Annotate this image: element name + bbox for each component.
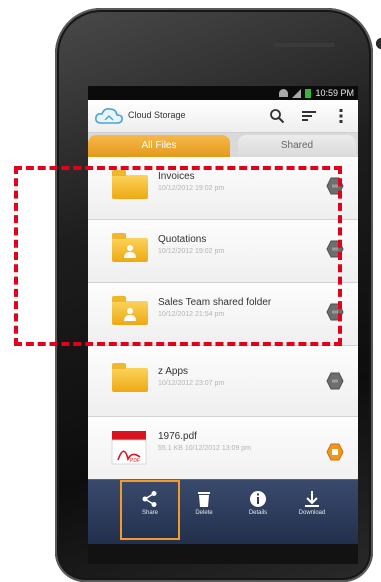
share-icon [142, 491, 157, 507]
share-label: Share [141, 510, 158, 516]
sort-icon [302, 111, 316, 121]
file-meta: 55.1 KB 10/12/2012 13:09 pm [158, 445, 252, 452]
svg-text:PDF: PDF [130, 458, 140, 464]
earpiece-speaker [273, 43, 335, 47]
details-button[interactable]: Details [232, 486, 284, 536]
search-icon [270, 109, 285, 124]
battery-icon [305, 88, 312, 98]
download-icon [305, 491, 319, 507]
file-meta: 10/12/2012 23:07 pm [158, 380, 225, 387]
share-button[interactable]: Share [124, 486, 176, 536]
delete-button[interactable]: Delete [178, 486, 230, 536]
info-icon [250, 491, 266, 507]
highlight-box [14, 166, 342, 346]
download-label: Download [298, 510, 326, 516]
pdf-file-icon: PDF [111, 431, 147, 465]
signal-icon [292, 88, 302, 98]
tab-bar: All Files Shared [88, 133, 358, 157]
file-name: z Apps [158, 366, 189, 377]
details-label: Details [248, 510, 268, 516]
system-softkeys [88, 544, 358, 564]
search-button[interactable] [266, 104, 288, 128]
wifi-icon [279, 89, 289, 97]
trash-icon [198, 492, 210, 507]
file-row-z-apps[interactable]: z Apps 10/12/2012 23:07 pm [88, 346, 358, 417]
folder-icon [112, 363, 148, 392]
front-camera [376, 38, 381, 49]
sort-button[interactable] [298, 104, 320, 128]
overflow-menu-button[interactable] [330, 104, 352, 128]
action-bar: Share Delete Details Download [88, 479, 358, 544]
status-time: 10:59 PM [315, 88, 354, 98]
app-title: Cloud Storage [128, 110, 186, 120]
tab-all-files[interactable]: All Files [88, 135, 230, 157]
app-header: Cloud Storage [88, 100, 358, 133]
file-name: 1976.pdf [158, 431, 197, 442]
more-vertical-icon [339, 109, 343, 123]
status-bar: 10:59 PM [88, 86, 358, 100]
cloud-logo-icon [95, 108, 123, 124]
tab-shared[interactable]: Shared [238, 135, 356, 157]
download-button[interactable]: Download [286, 486, 338, 536]
item-options-icon[interactable] [326, 443, 344, 461]
item-options-icon[interactable] [326, 372, 344, 390]
delete-label: Delete [195, 510, 213, 516]
